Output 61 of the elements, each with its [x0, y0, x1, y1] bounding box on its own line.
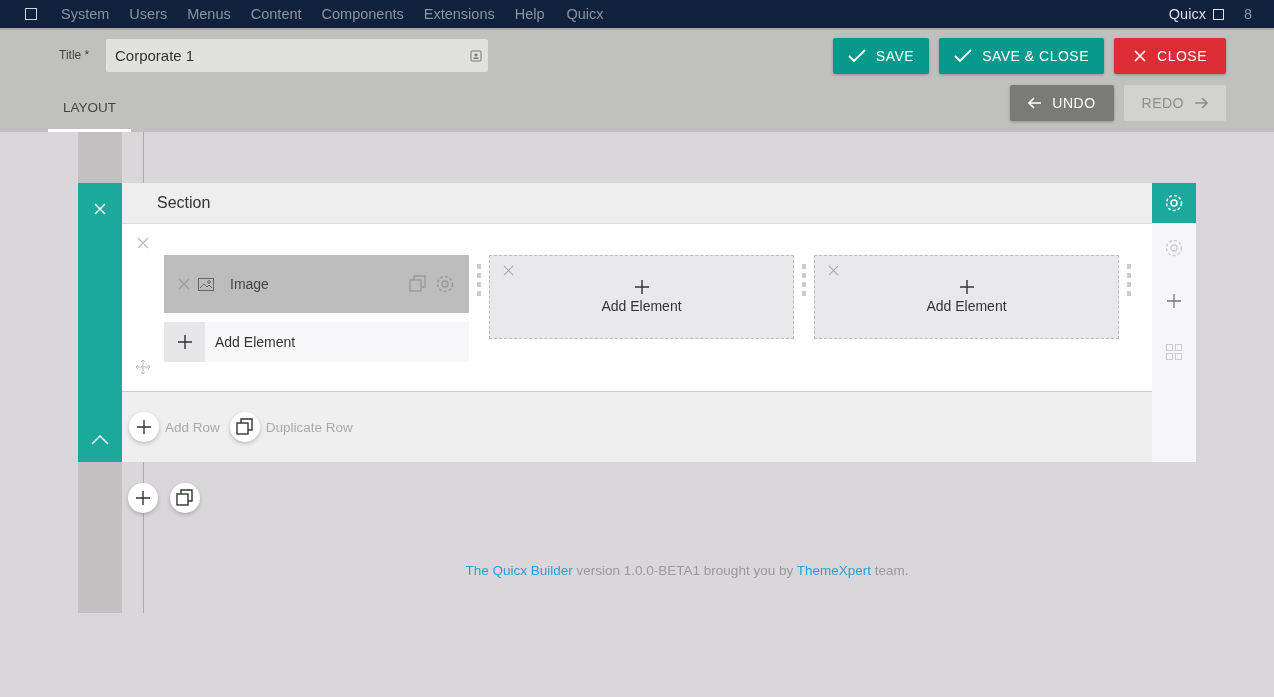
menu-item[interactable]: Components	[321, 6, 404, 22]
undo-button[interactable]: UNDO	[1010, 85, 1114, 121]
settings-icon[interactable]	[435, 274, 455, 294]
duplicate-section-button[interactable]	[170, 483, 200, 513]
settings-icon	[1164, 193, 1184, 213]
settings-icon[interactable]	[1164, 238, 1184, 258]
window-icon[interactable]	[1212, 8, 1224, 20]
left-arrow-icon	[1028, 97, 1043, 109]
close-button[interactable]: CLOSE	[1114, 38, 1226, 74]
menu-item[interactable]: Extensions	[423, 6, 495, 22]
menu-item[interactable]: Menus	[187, 6, 231, 22]
plus-icon[interactable]	[634, 280, 649, 294]
empty-column-dropzone[interactable]: Add Element	[489, 255, 794, 339]
close-icon	[1133, 49, 1148, 63]
check-icon	[954, 49, 973, 63]
add-element-label[interactable]: Add Element	[926, 298, 1007, 314]
menu-item[interactable]: Help	[514, 6, 545, 22]
image-element[interactable]: Image	[164, 255, 469, 313]
plus-icon	[177, 335, 192, 349]
menu-item[interactable]: System	[61, 6, 110, 22]
duplicate-icon	[176, 489, 194, 507]
title-input-field[interactable]: Corporate 1	[106, 39, 488, 72]
right-arrow-icon	[1194, 97, 1208, 109]
close-icon[interactable]	[503, 265, 514, 276]
resize-handle-icon[interactable]	[1127, 264, 1131, 296]
close-icon[interactable]	[828, 265, 839, 276]
duplicate-icon[interactable]	[409, 275, 427, 293]
add-element-button[interactable]: Add Element	[164, 322, 469, 362]
grid-layout-icon[interactable]	[1166, 344, 1182, 360]
resize-handle-icon[interactable]	[477, 264, 481, 296]
move-icon[interactable]	[135, 359, 151, 375]
add-element-label[interactable]: Add Element	[601, 298, 682, 314]
check-icon	[847, 49, 866, 63]
menu-toggle-icon[interactable]	[25, 8, 37, 20]
duplicate-icon	[235, 418, 254, 436]
notification-count[interactable]: 8	[1243, 6, 1252, 22]
plus-icon[interactable]	[1167, 294, 1181, 308]
menu-item[interactable]: Users	[129, 6, 168, 22]
section-title: Section	[157, 194, 211, 212]
menu-item[interactable]: Quicx	[566, 6, 604, 22]
plus-icon	[137, 420, 151, 434]
duplicate-row-button[interactable]	[229, 412, 260, 442]
save-button[interactable]: SAVE & CLOSE	[939, 38, 1105, 74]
image-icon	[198, 277, 214, 291]
plus-icon	[136, 491, 150, 505]
empty-column-dropzone[interactable]: Add Element	[814, 255, 1119, 339]
plus-icon[interactable]	[959, 280, 974, 294]
user-menu[interactable]: Quicx	[1168, 6, 1206, 22]
chevron-up-icon[interactable]	[91, 435, 109, 445]
menu-item[interactable]: Content	[250, 6, 302, 22]
contact-card-icon	[470, 49, 482, 62]
resize-handle-icon[interactable]	[802, 264, 806, 296]
add-section-button[interactable]	[128, 483, 158, 513]
add-row-button[interactable]	[129, 412, 159, 442]
close-icon[interactable]	[178, 278, 190, 290]
title-label: Title *	[59, 48, 91, 62]
element-name: Image	[230, 276, 269, 292]
section-settings-button[interactable]	[1152, 183, 1196, 223]
close-icon[interactable]	[137, 237, 149, 249]
save-button[interactable]: SAVE	[832, 38, 930, 74]
footer-credit-text: The Quicx Builder version 1.0.0-BETA1 brought you by ThemeXpert team.	[464, 563, 910, 578]
